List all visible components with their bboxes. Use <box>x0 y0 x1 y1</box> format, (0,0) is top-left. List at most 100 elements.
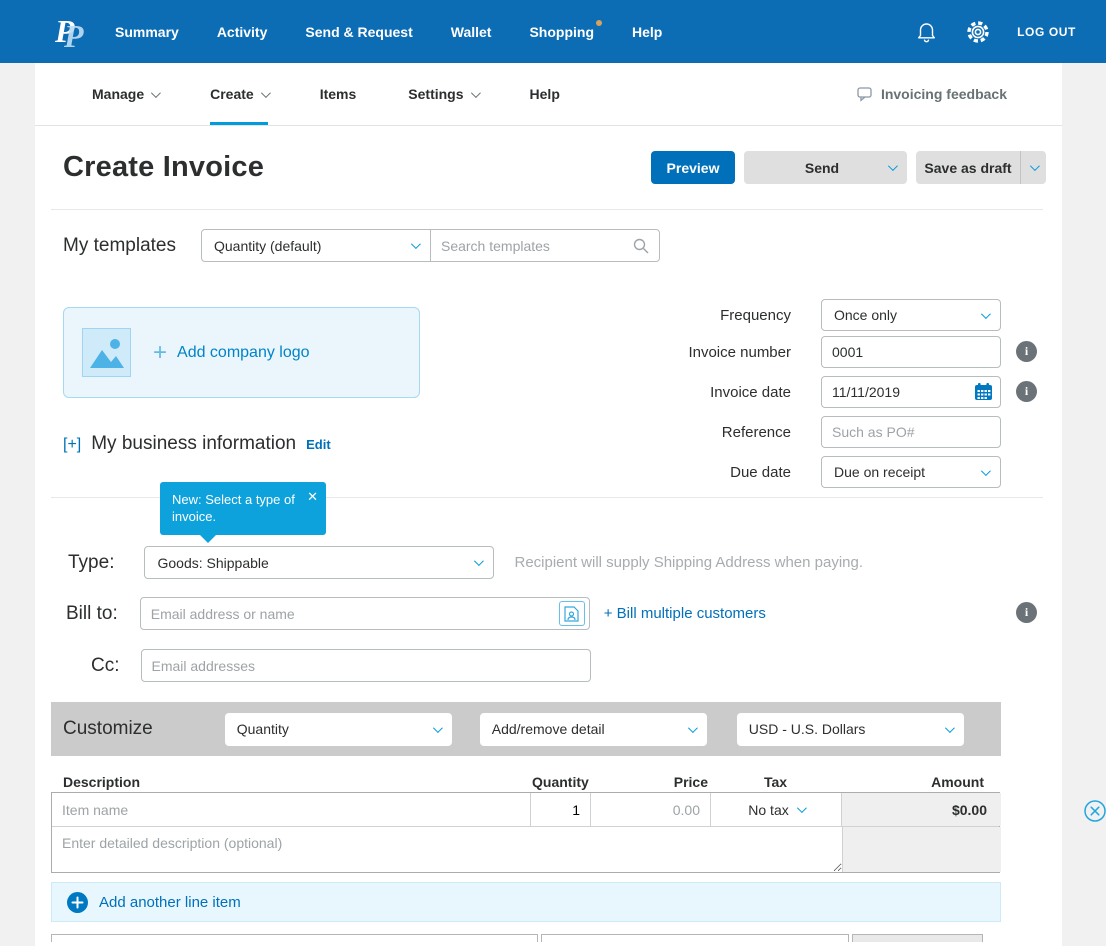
invoice-type-select[interactable]: Goods: Shippable <box>144 546 494 579</box>
invoicing-feedback-link[interactable]: Invoicing feedback <box>857 86 1007 102</box>
bill-multiple-customers-link[interactable]: + Bill multiple customers <box>604 605 766 622</box>
gear-icon[interactable] <box>965 19 991 45</box>
topnav-summary[interactable]: Summary <box>115 24 179 40</box>
customize-bar: Customize Quantity Add/remove detail USD… <box>51 702 1001 756</box>
add-company-logo-button[interactable]: + Add company logo <box>63 307 420 398</box>
edit-business-info-link[interactable]: Edit <box>306 437 331 452</box>
subnav-manage[interactable]: Manage <box>92 63 158 125</box>
bill-to-input[interactable] <box>140 597 590 630</box>
chevron-down-icon <box>981 309 991 319</box>
reference-input[interactable] <box>821 416 1001 448</box>
topnav-wallet[interactable]: Wallet <box>451 24 492 40</box>
chevron-down-icon <box>981 466 991 476</box>
tooltip-tail <box>200 535 216 543</box>
chevron-down-icon <box>411 239 421 249</box>
item-tax-select[interactable]: No tax <box>711 793 842 826</box>
reference-row: Reference <box>633 416 1001 448</box>
item-name-input[interactable] <box>52 793 530 826</box>
line-item-row: No tax $0.00 <box>35 792 1062 873</box>
invoice-number-row: Invoice number <box>633 336 1001 368</box>
subnav-create[interactable]: Create <box>210 63 268 125</box>
chevron-down-icon <box>797 803 807 813</box>
close-icon[interactable]: ✕ <box>307 488 318 505</box>
price-header: Price <box>590 774 710 790</box>
item-name-cell <box>52 793 531 826</box>
templates-heading: My templates <box>63 235 176 257</box>
add-remove-detail-select[interactable]: Add/remove detail <box>480 713 707 746</box>
new-feature-tooltip: New: Select a type of invoice. ✕ <box>160 482 326 535</box>
shipping-hint-text: Recipient will supply Shipping Address w… <box>514 554 863 571</box>
column-preset-select[interactable]: Quantity <box>225 713 452 746</box>
template-search <box>430 229 660 262</box>
chevron-down-icon <box>151 88 161 98</box>
bill-to-label: Bill to: <box>66 603 118 625</box>
cc-input[interactable] <box>141 649 591 682</box>
topnav-links: Summary Activity Send & Request Wallet S… <box>115 24 662 40</box>
chevron-down-icon <box>261 88 271 98</box>
topnav-shopping[interactable]: Shopping <box>529 24 594 40</box>
chevron-down-icon <box>888 161 898 171</box>
subnav-settings[interactable]: Settings <box>408 63 477 125</box>
bill-to-info-icon[interactable]: i <box>1016 602 1037 623</box>
item-price-cell <box>591 793 711 826</box>
quantity-header: Quantity <box>530 774 590 790</box>
chevron-down-icon <box>474 556 484 566</box>
top-navigation: PP Summary Activity Send & Request Walle… <box>0 0 1106 63</box>
topnav-help[interactable]: Help <box>632 24 662 40</box>
invoice-date-row: Invoice date <box>633 376 1001 408</box>
description-header: Description <box>51 774 530 790</box>
subnav-items[interactable]: Items <box>320 63 357 125</box>
due-date-row: Due date Due on receipt <box>633 456 1001 488</box>
cc-row: Cc: <box>91 649 591 682</box>
subtotal-box-edge <box>541 934 849 942</box>
page-title: Create Invoice <box>63 151 264 184</box>
chevron-down-icon <box>1030 161 1040 171</box>
amount-cell-extension <box>842 827 1001 872</box>
subnav-help[interactable]: Help <box>530 63 560 125</box>
template-select[interactable]: Quantity (default) <box>201 229 431 262</box>
business-info-label: My business information <box>91 433 296 455</box>
save-as-draft-button[interactable]: Save as draft <box>916 151 1046 184</box>
cc-label: Cc: <box>91 655 120 677</box>
invoice-number-input[interactable] <box>821 336 1001 368</box>
item-amount-cell: $0.00 <box>842 793 1001 826</box>
topnav-activity[interactable]: Activity <box>217 24 268 40</box>
invoice-number-info-icon[interactable]: i <box>1016 341 1037 362</box>
preview-button[interactable]: Preview <box>651 151 735 184</box>
frequency-row: Frequency Once only <box>633 299 1001 331</box>
paypal-logo[interactable]: PP <box>55 13 89 51</box>
invoice-date-info-icon[interactable]: i <box>1016 381 1037 402</box>
due-date-select[interactable]: Due on receipt <box>821 456 1001 488</box>
chevron-down-icon <box>433 723 443 733</box>
bell-icon[interactable] <box>913 19 939 45</box>
image-placeholder-icon <box>82 328 131 377</box>
customize-label: Customize <box>63 718 153 740</box>
item-quantity-input[interactable] <box>531 793 590 826</box>
logout-button[interactable]: LOG OUT <box>1017 25 1076 39</box>
template-search-input[interactable] <box>441 238 633 254</box>
send-button[interactable]: Send <box>744 151 907 184</box>
plus-icon: + <box>153 339 167 367</box>
line-items-header: Description Quantity Price Tax Amount <box>51 774 1000 790</box>
item-description-textarea[interactable] <box>52 827 842 872</box>
type-label: Type: <box>68 552 114 574</box>
templates-section: My templates Quantity (default) <box>35 229 1062 262</box>
section-divider <box>51 209 1043 210</box>
address-book-icon[interactable] <box>559 601 585 626</box>
bill-to-row: Bill to: + Bill multiple customers <box>66 597 766 630</box>
frequency-select[interactable]: Once only <box>821 299 1001 331</box>
draft-options-toggle[interactable] <box>1020 151 1046 184</box>
search-icon[interactable] <box>633 238 649 254</box>
calendar-icon[interactable] <box>974 382 993 406</box>
plus-circle-icon <box>67 892 88 913</box>
add-line-item-button[interactable]: Add another line item <box>51 882 1001 922</box>
invoice-page-card: Manage Create Items Settings Help Invoic… <box>35 63 1062 946</box>
item-price-input[interactable] <box>591 793 710 826</box>
tax-header: Tax <box>710 774 841 790</box>
currency-select[interactable]: USD - U.S. Dollars <box>737 713 964 746</box>
amount-header: Amount <box>841 774 1000 790</box>
delete-line-item-icon[interactable] <box>1083 799 1106 828</box>
expand-icon[interactable]: [+] <box>63 436 81 454</box>
total-box-edge <box>852 934 983 942</box>
topnav-send-request[interactable]: Send & Request <box>305 24 412 40</box>
